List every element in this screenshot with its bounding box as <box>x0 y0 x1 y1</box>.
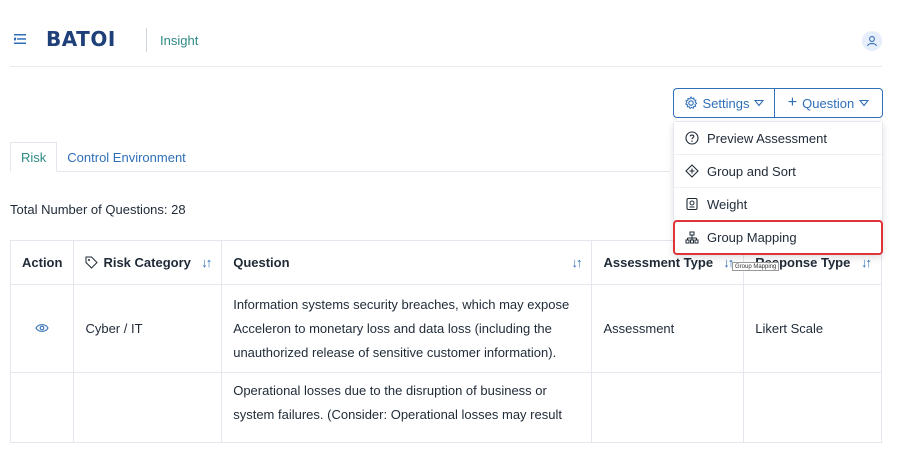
column-header-question: Question ↓↑ <box>221 240 593 285</box>
sort-icon[interactable]: ↓↑ <box>201 255 212 270</box>
eye-icon[interactable] <box>35 323 49 333</box>
sort-icon[interactable]: ↓↑ <box>861 255 872 270</box>
question-circle-icon <box>685 131 699 145</box>
action-cell <box>9 284 75 373</box>
column-header-action: Action <box>9 240 75 285</box>
sort-icon[interactable]: ↓↑ <box>571 255 582 270</box>
settings-label: Settings <box>702 95 750 111</box>
tag-icon <box>85 256 99 269</box>
app-name: Insight <box>160 33 199 48</box>
risk-category-cell: Cyber / IT <box>73 284 223 373</box>
user-icon <box>866 36 878 47</box>
tab-bar: Risk Control Environment <box>10 142 670 172</box>
response-type-cell: Likert Scale <box>743 284 882 373</box>
chevron-down-icon <box>754 99 765 107</box>
menu-item-group-and-sort[interactable]: Group and Sort <box>674 155 882 188</box>
menu-item-label: Group Mapping <box>707 230 797 245</box>
response-type-cell <box>743 372 882 443</box>
logo-divider <box>146 28 147 52</box>
question-label: Question <box>802 95 855 111</box>
settings-dropdown-menu: Preview Assessment Group and Sort Weight… <box>673 121 883 255</box>
question-cell: Information systems security breaches, w… <box>221 284 593 373</box>
add-question-button[interactable]: + Question <box>774 88 883 118</box>
top-bar: BATOI Insight <box>0 0 900 62</box>
tab-control-environment[interactable]: Control Environment <box>57 142 196 172</box>
hierarchy-icon <box>685 231 699 243</box>
table-row: Operational losses due to the disruption… <box>9 372 882 443</box>
menu-icon[interactable] <box>14 34 26 44</box>
chevron-down-icon <box>859 99 870 107</box>
column-header-risk-category: Risk Category ↓↑ <box>73 240 223 285</box>
tooltip: Group Mapping <box>732 262 780 271</box>
header-divider <box>10 66 882 67</box>
action-cell <box>9 372 75 443</box>
settings-button[interactable]: Settings <box>673 88 774 118</box>
weight-icon <box>686 197 698 211</box>
total-questions-count: Total Number of Questions: 28 <box>10 202 186 217</box>
menu-item-label: Preview Assessment <box>707 130 827 146</box>
menu-item-group-mapping[interactable]: Group Mapping <box>673 220 883 255</box>
assessment-type-cell <box>591 372 745 443</box>
table-row: Cyber / IT Information systems security … <box>9 284 882 373</box>
gear-icon <box>684 96 697 110</box>
diamond-arrows-icon <box>685 164 699 178</box>
menu-item-label: Weight <box>707 196 748 212</box>
menu-item-label: Group and Sort <box>707 163 796 179</box>
tab-risk[interactable]: Risk <box>10 142 58 172</box>
menu-item-preview-assessment[interactable]: Preview Assessment <box>674 122 882 155</box>
risk-category-cell <box>73 372 223 443</box>
sort-icon[interactable]: ↓↑ <box>723 255 734 270</box>
avatar[interactable] <box>862 31 882 51</box>
plus-icon: + <box>787 94 798 111</box>
menu-item-weight[interactable]: Weight <box>674 188 882 221</box>
question-cell: Operational losses due to the disruption… <box>221 372 593 443</box>
assessment-type-cell: Assessment <box>591 284 745 373</box>
logo[interactable]: BATOI <box>46 27 116 51</box>
